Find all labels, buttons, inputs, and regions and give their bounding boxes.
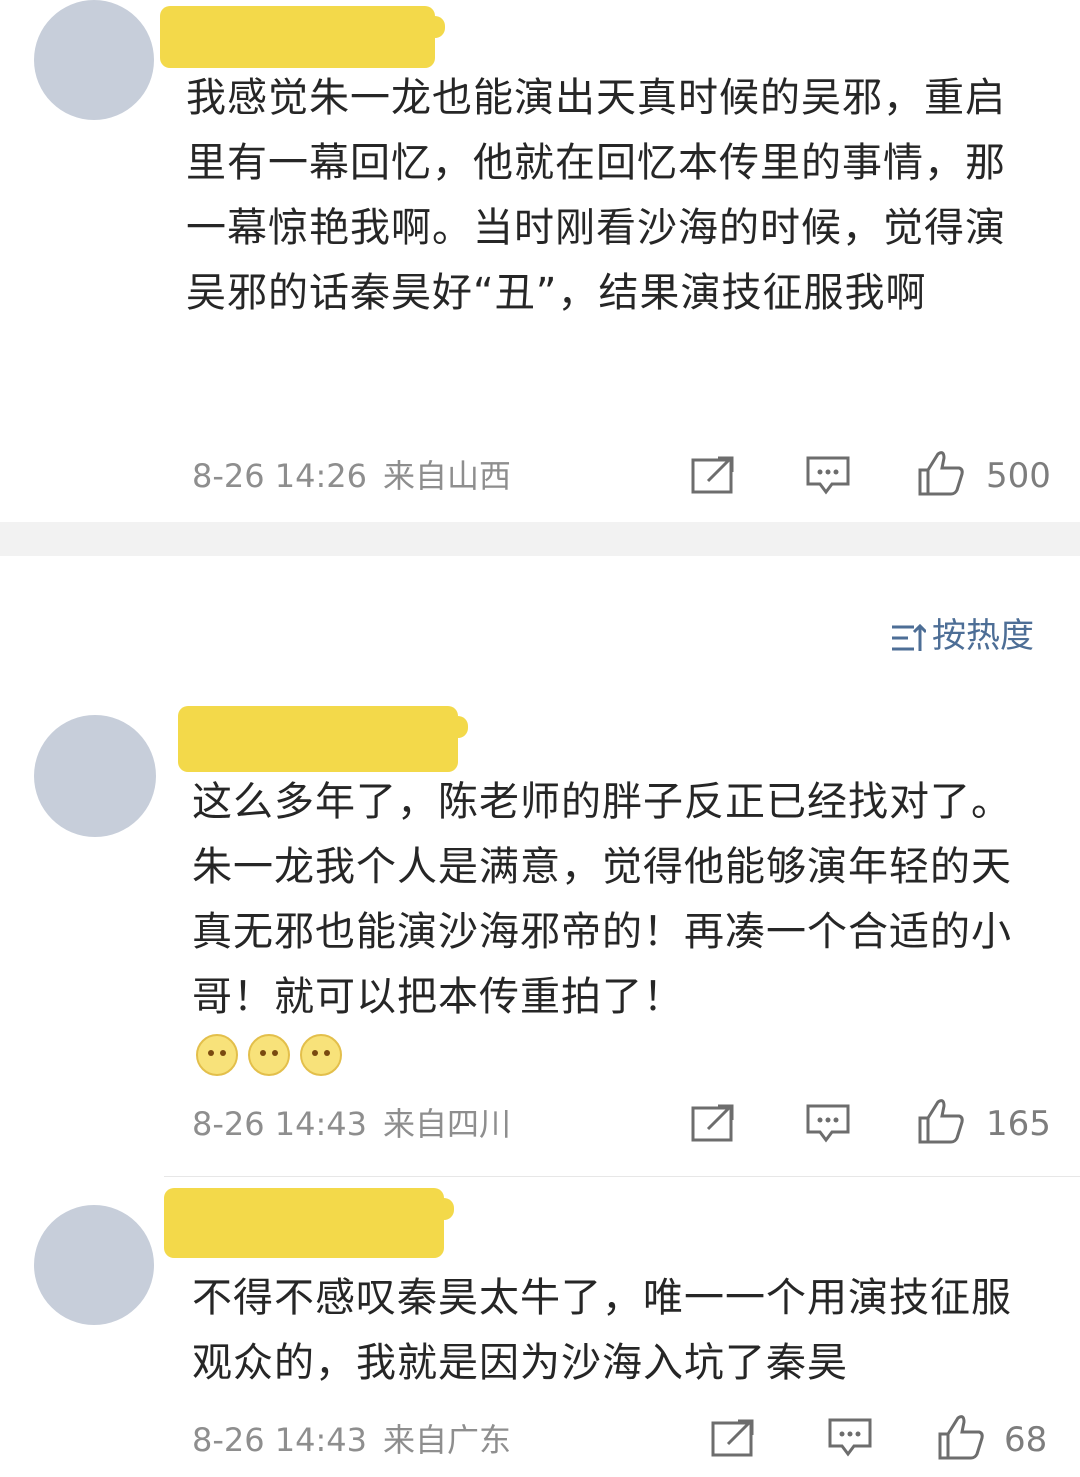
like-icon[interactable] bbox=[936, 1412, 986, 1462]
comment-location: 来自山西 bbox=[383, 457, 512, 495]
avatar[interactable] bbox=[34, 1205, 154, 1325]
comment-text: 不得不感叹秦昊太牛了，唯一一个用演技征服观众的，我就是因为沙海入坑了秦昊 bbox=[192, 1275, 1012, 1386]
username-redacted[interactable] bbox=[164, 1188, 454, 1258]
avatar[interactable] bbox=[34, 0, 154, 120]
comment-meta: 8-26 14:26 来自山西 bbox=[192, 456, 527, 496]
comment-icon[interactable] bbox=[804, 454, 852, 498]
comment-text: 我感觉朱一龙也能演出天真时候的吴邪，重启里有一幕回忆，他就在回忆本传里的事情，那… bbox=[186, 75, 1006, 316]
comment-date: 8-26 14:43 bbox=[192, 1421, 368, 1459]
comment-icon[interactable] bbox=[804, 1102, 852, 1146]
share-icon[interactable] bbox=[710, 1418, 756, 1458]
like-count: 165 bbox=[986, 1104, 1051, 1144]
comment-date: 8-26 14:26 bbox=[192, 457, 368, 495]
comment-date: 8-26 14:43 bbox=[192, 1105, 368, 1143]
cute-emoji-icon bbox=[196, 1034, 238, 1076]
like-icon[interactable] bbox=[916, 448, 966, 498]
emoji-row bbox=[196, 1034, 342, 1076]
comment-meta: 8-26 14:43 来自广东 bbox=[192, 1420, 527, 1460]
comment-meta: 8-26 14:43 来自四川 bbox=[192, 1104, 527, 1144]
like-icon[interactable] bbox=[916, 1096, 966, 1146]
divider bbox=[164, 1176, 1080, 1177]
comment-icon[interactable] bbox=[826, 1416, 874, 1460]
username-redacted[interactable] bbox=[160, 6, 445, 68]
like-count: 68 bbox=[1004, 1420, 1048, 1460]
share-icon[interactable] bbox=[690, 1103, 736, 1143]
cute-emoji-icon bbox=[300, 1034, 342, 1076]
comment-text: 这么多年了，陈老师的胖子反正已经找对了。朱一龙我个人是满意，觉得他能够演年轻的天… bbox=[192, 779, 1012, 1020]
cute-emoji-icon bbox=[248, 1034, 290, 1076]
sort-icon bbox=[892, 623, 926, 651]
share-icon[interactable] bbox=[690, 455, 736, 495]
sort-button[interactable]: 按热度 bbox=[890, 616, 1034, 656]
avatar[interactable] bbox=[34, 715, 156, 837]
like-count: 500 bbox=[986, 456, 1051, 496]
comment-location: 来自四川 bbox=[383, 1105, 512, 1143]
sort-label: 按热度 bbox=[932, 616, 1034, 656]
section-gap bbox=[0, 522, 1080, 556]
username-redacted[interactable] bbox=[178, 706, 468, 772]
comment-location: 来自广东 bbox=[383, 1421, 512, 1459]
